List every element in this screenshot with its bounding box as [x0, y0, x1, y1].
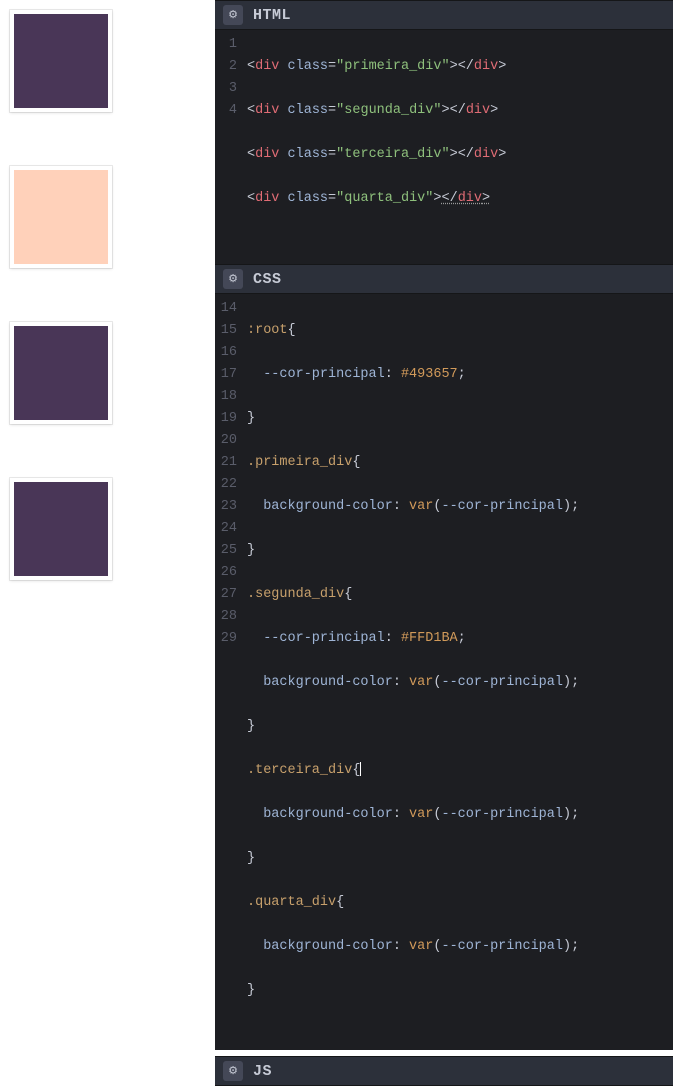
css-code[interactable]: :root{ --cor-principal: #493657; } .prim… — [247, 298, 673, 1046]
code-line[interactable]: } — [247, 540, 673, 562]
html-panel-title: HTML — [253, 7, 291, 24]
html-panel: ⚙ HTML 1 2 3 4 <div class="primeira_div"… — [215, 0, 673, 258]
line-number: 15 — [215, 320, 237, 342]
css-gutter: 14 15 16 17 18 19 20 21 22 23 24 25 26 2… — [215, 298, 247, 1046]
line-number: 2 — [215, 56, 237, 78]
css-panel: ⚙ CSS 14 15 16 17 18 19 20 21 22 23 24 2… — [215, 264, 673, 1050]
code-line[interactable]: .segunda_div{ — [247, 584, 673, 606]
css-panel-title: CSS — [253, 271, 282, 288]
line-number: 23 — [215, 496, 237, 518]
gear-icon[interactable]: ⚙ — [223, 5, 243, 25]
line-number: 28 — [215, 606, 237, 628]
html-code[interactable]: <div class="primeira_div"></div> <div cl… — [247, 34, 673, 254]
line-number: 16 — [215, 342, 237, 364]
code-line[interactable]: .terceira_div{ — [247, 760, 673, 782]
preview-box-quarta — [10, 478, 112, 580]
code-line[interactable]: } — [247, 848, 673, 870]
line-number: 1 — [215, 34, 237, 56]
text-cursor — [360, 762, 361, 776]
css-code-area[interactable]: 14 15 16 17 18 19 20 21 22 23 24 25 26 2… — [215, 294, 673, 1050]
gear-icon[interactable]: ⚙ — [223, 269, 243, 289]
line-number: 14 — [215, 298, 237, 320]
code-line[interactable]: <div class="terceira_div"></div> — [247, 144, 673, 166]
preview-box-terceira — [10, 322, 112, 424]
code-line[interactable]: :root{ — [247, 320, 673, 342]
preview-pane — [0, 0, 215, 639]
html-code-area[interactable]: 1 2 3 4 <div class="primeira_div"></div>… — [215, 30, 673, 258]
line-number: 25 — [215, 540, 237, 562]
css-panel-header[interactable]: ⚙ CSS — [215, 264, 673, 294]
preview-box-primeira — [10, 10, 112, 112]
line-number: 27 — [215, 584, 237, 606]
line-number: 19 — [215, 408, 237, 430]
code-line[interactable]: <div class="segunda_div"></div> — [247, 100, 673, 122]
line-number: 21 — [215, 452, 237, 474]
code-line[interactable]: <div class="primeira_div"></div> — [247, 56, 673, 78]
line-number: 4 — [215, 100, 237, 122]
gear-icon[interactable]: ⚙ — [223, 1061, 243, 1081]
line-number: 20 — [215, 430, 237, 452]
code-line[interactable]: } — [247, 980, 673, 1002]
html-gutter: 1 2 3 4 — [215, 34, 247, 254]
js-panel-header[interactable]: ⚙ JS — [215, 1056, 673, 1086]
code-line[interactable]: --cor-principal: #FFD1BA; — [247, 628, 673, 650]
line-number: 3 — [215, 78, 237, 100]
code-line[interactable]: background-color: var(--cor-principal); — [247, 672, 673, 694]
line-number: 18 — [215, 386, 237, 408]
preview-box-segunda — [10, 166, 112, 268]
editor-pane: ⚙ HTML 1 2 3 4 <div class="primeira_div"… — [215, 0, 673, 639]
line-number: 26 — [215, 562, 237, 584]
code-line[interactable]: background-color: var(--cor-principal); — [247, 936, 673, 958]
line-number: 17 — [215, 364, 237, 386]
code-line[interactable]: background-color: var(--cor-principal); — [247, 804, 673, 826]
line-number: 24 — [215, 518, 237, 540]
line-number: 29 — [215, 628, 237, 650]
js-panel: ⚙ JS — [215, 1056, 673, 1086]
js-panel-title: JS — [253, 1063, 272, 1080]
html-panel-header[interactable]: ⚙ HTML — [215, 0, 673, 30]
code-line[interactable]: } — [247, 716, 673, 738]
code-line[interactable]: .primeira_div{ — [247, 452, 673, 474]
code-line[interactable]: background-color: var(--cor-principal); — [247, 496, 673, 518]
code-line[interactable]: --cor-principal: #493657; — [247, 364, 673, 386]
code-line[interactable]: <div class="quarta_div"></div> — [247, 188, 673, 210]
code-line[interactable]: .quarta_div{ — [247, 892, 673, 914]
code-line[interactable]: } — [247, 408, 673, 430]
line-number: 22 — [215, 474, 237, 496]
